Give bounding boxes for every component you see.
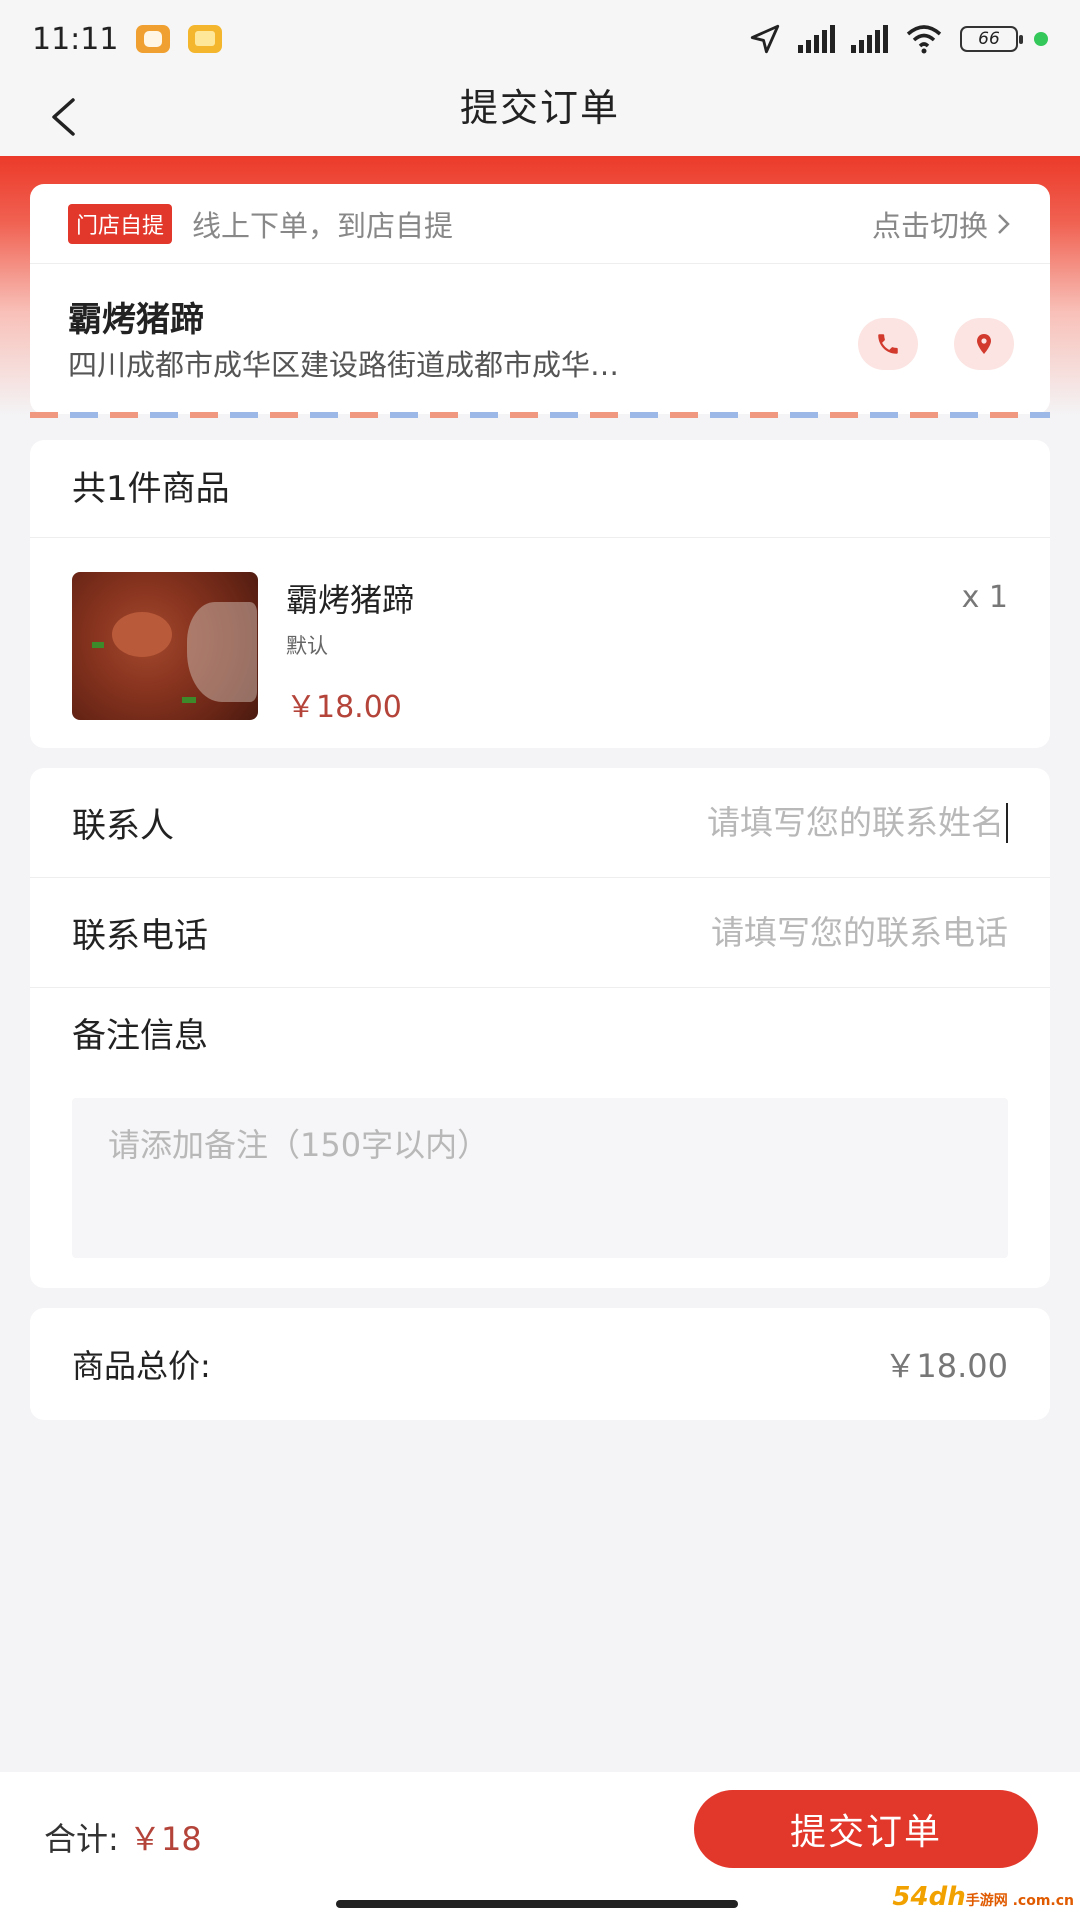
remark-textarea[interactable] — [72, 1098, 1008, 1258]
contact-phone-input[interactable] — [448, 913, 1008, 952]
contact-phone-row: 联系电话 — [30, 878, 1050, 988]
phone-icon — [878, 334, 898, 354]
product-image — [72, 572, 258, 720]
status-time: 11:11 — [32, 21, 119, 57]
goods-total-value: ￥18.00 — [884, 1347, 1008, 1385]
pickup-mode-row: 门店自提 线上下单，到店自提 点击切换 — [30, 184, 1050, 264]
chevron-right-icon — [998, 213, 1010, 234]
switch-mode-label: 点击切换 — [871, 208, 988, 243]
store-card: 门店自提 线上下单，到店自提 点击切换 霸烤猪蹄 四川成都市成华区建设路街道成都… — [30, 184, 1050, 414]
watermark-brand: 54dh — [892, 1882, 966, 1912]
signal-icon — [851, 25, 888, 53]
contact-name-label: 联系人 — [72, 806, 174, 846]
battery-icon: 66 — [960, 26, 1023, 52]
order-sum-value: ￥18 — [128, 1820, 202, 1858]
order-sum: 合计: ￥18 — [44, 1814, 202, 1860]
remark-label: 备注信息 — [72, 1016, 208, 1056]
contact-name-input[interactable] — [464, 803, 1004, 842]
privacy-indicator — [1034, 32, 1048, 46]
contact-name-row: 联系人 — [30, 768, 1050, 878]
product-name: 霸烤猪蹄 — [286, 581, 415, 619]
goods-count-header: 共1件商品 — [30, 440, 1050, 538]
wifi-icon — [906, 25, 942, 54]
watermark-site: 手游网 .com.cn — [965, 1893, 1074, 1909]
product-price: ￥18.00 — [286, 690, 402, 725]
status-bar: 11:11 66 — [0, 0, 1080, 78]
location-arrow-icon — [750, 24, 780, 54]
contact-phone-label: 联系电话 — [72, 916, 208, 956]
store-location-button[interactable] — [954, 318, 1014, 370]
airmail-divider — [30, 412, 1050, 418]
order-sum-label: 合计: — [44, 1820, 119, 1858]
pickup-tag: 门店自提 — [68, 203, 173, 244]
watermark-logo: 54dh手游网 .com.cn — [892, 1882, 1074, 1912]
product-spec: 默认 — [286, 634, 328, 658]
app-icon — [136, 25, 171, 53]
signal-icon — [798, 25, 835, 53]
call-store-button[interactable] — [858, 318, 918, 370]
page-title: 提交订单 — [459, 86, 620, 130]
store-name: 霸烤猪蹄 — [68, 300, 204, 340]
text-caret — [1006, 802, 1008, 843]
price-summary-card: 商品总价: ￥18.00 — [30, 1308, 1050, 1420]
nav-bar: 提交订单 — [0, 78, 1080, 156]
gallery-icon — [188, 25, 223, 53]
goods-card: 共1件商品 霸烤猪蹄 默认 ￥18.00 x 1 — [30, 440, 1050, 748]
location-pin-icon — [977, 334, 991, 354]
home-indicator[interactable] — [336, 1900, 738, 1908]
store-address: 四川成都市成华区建设路街道成都市成华… — [68, 348, 620, 382]
bottom-bar: 合计: ￥18 提交订单 54dh手游网 .com.cn — [0, 1772, 1080, 1920]
pickup-hint: 线上下单，到店自提 — [192, 208, 454, 243]
goods-total-label: 商品总价: — [72, 1347, 211, 1385]
product-quantity: x 1 — [961, 580, 1008, 615]
contact-form: 联系人 联系电话 备注信息 — [30, 768, 1050, 1288]
submit-order-button[interactable]: 提交订单 — [694, 1790, 1038, 1868]
switch-mode-button[interactable]: 点击切换 — [872, 203, 1012, 245]
